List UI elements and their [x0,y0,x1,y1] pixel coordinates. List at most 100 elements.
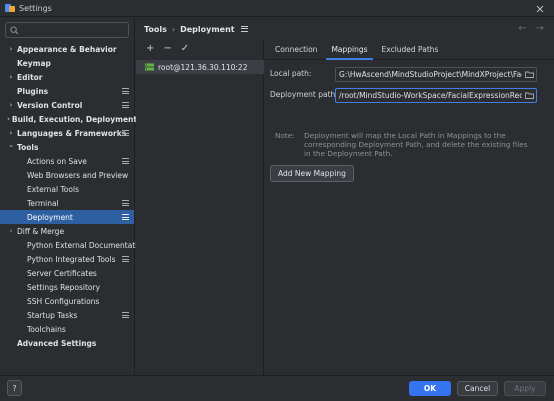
chevron-right-icon[interactable]: › [7,73,15,81]
sidebar-item-server-certificates[interactable]: Server Certificates [0,266,134,280]
ok-button[interactable]: OK [409,381,451,396]
local-path-field[interactable]: G:\HwAscend\MindStudioProject\MindXProje… [335,67,537,82]
project-settings-icon [122,102,129,109]
deployment-path-label: Deployment path: [270,90,338,99]
sidebar-item-languages-frameworks[interactable]: › Languages & Frameworks [0,126,134,140]
help-button[interactable]: ? [7,380,22,396]
sidebar-item-startup-tasks[interactable]: Startup Tasks [0,308,134,322]
sidebar-item-appearance-behavior[interactable]: › Appearance & Behavior [0,42,134,56]
sidebar-item-label: SSH Configurations [27,296,100,306]
chevron-down-icon[interactable]: ⌄ [7,141,15,149]
sidebar-item-actions-on-save[interactable]: Actions on Save [0,154,134,168]
sidebar-item-label: Languages & Frameworks [17,128,127,138]
sidebar-item-tools[interactable]: ⌄ Tools [0,140,134,154]
folder-icon [524,71,534,78]
chevron-right-icon[interactable]: › [7,45,15,53]
sidebar-item-terminal[interactable]: Terminal [0,196,134,210]
sidebar-item-ssh-configurations[interactable]: SSH Configurations [0,294,134,308]
add-server-icon[interactable]: + [146,43,154,54]
project-settings-icon [122,312,129,319]
sidebar-item-plugins[interactable]: Plugins [0,84,134,98]
local-path-label: Local path: [270,69,312,78]
page-menu-icon[interactable] [240,25,248,33]
content-panel: Tools › Deployment ← → + − ✓ root@121.36… [136,18,554,375]
cancel-button[interactable]: Cancel [457,381,498,396]
sidebar-item-deployment[interactable]: Deployment [0,210,134,224]
settings-search[interactable] [5,22,129,38]
project-settings-icon [122,158,129,165]
sidebar-item-label: Version Control [17,100,83,110]
app-icon [5,3,15,13]
sidebar-item-editor[interactable]: › Editor [0,70,134,84]
project-settings-icon [122,256,129,263]
mapping-note: Note: Deployment will map the Local Path… [275,131,534,159]
browse-local-button[interactable] [522,68,536,81]
sidebar-item-label: Terminal [27,198,59,208]
sidebar-item-label: Build, Execution, Deployment [11,114,137,124]
sidebar-item-keymap[interactable]: Keymap [0,56,134,70]
nav-arrows: ← → [518,23,544,34]
breadcrumb: Tools › Deployment [136,18,554,40]
sidebar-item-label: Editor [17,72,43,82]
sidebar-item-python-external-documentation[interactable]: Python External Documentation [0,238,147,252]
add-new-mapping-button[interactable]: Add New Mapping [270,165,354,182]
folder-icon [524,92,534,99]
deployment-path-value: /root/MindStudio-WorkSpace/FacialExpress… [339,91,522,100]
back-arrow-icon[interactable]: ← [518,23,526,34]
sidebar-item-label: Keymap [17,58,51,68]
settings-sidebar: › Appearance & Behavior Keymap › Editor Plugi… [0,18,147,375]
chevron-right-icon[interactable]: › [7,227,15,235]
project-settings-icon [122,214,129,221]
breadcrumb-current: Deployment [180,24,235,34]
window-title: Settings [19,3,52,13]
sidebar-item-toolchains[interactable]: Toolchains [0,322,134,336]
sidebar-item-external-tools[interactable]: External Tools [0,182,134,196]
sidebar-item-label: Settings Repository [27,282,101,292]
sidebar-item-settings-repository[interactable]: Settings Repository [0,280,134,294]
tab-connection[interactable]: Connection [268,39,324,59]
sidebar-item-label: Advanced Settings [17,338,97,348]
server-name: root@121.36.30.110:22 [158,62,248,72]
server-item[interactable]: root@121.36.30.110:22 [136,60,264,74]
sidebar-item-version-control[interactable]: › Version Control [0,98,134,112]
project-settings-icon [122,130,129,137]
chevron-right-icon[interactable]: › [7,115,10,123]
note-text: Deployment will map the Local Path in Ma… [304,131,528,159]
chevron-right-icon[interactable]: › [7,129,15,137]
breadcrumb-parent[interactable]: Tools [144,25,167,34]
sidebar-item-build-execution-deployment[interactable]: › Build, Execution, Deployment [0,112,137,126]
tab-strip: Connection Mappings Excluded Paths [265,40,554,60]
sidebar-item-label: External Tools [27,184,79,194]
browse-deployment-button[interactable] [522,89,536,102]
server-toolbar: + − ✓ [136,40,263,57]
deployment-path-field[interactable]: /root/MindStudio-WorkSpace/FacialExpress… [335,88,537,103]
server-panel: + − ✓ root@121.36.30.110:22 [136,40,264,375]
apply-button[interactable]: Apply [504,381,546,396]
chevron-right-icon[interactable]: › [7,101,15,109]
default-server-check-icon[interactable]: ✓ [181,43,189,54]
sidebar-item-python-integrated-tools[interactable]: Python Integrated Tools [0,252,134,266]
sidebar-item-label: Deployment [27,212,73,222]
search-icon [10,25,19,34]
sidebar-item-label: Python Integrated Tools [27,254,116,264]
sidebar-item-diff-merge[interactable]: › Diff & Merge [0,224,134,238]
sidebar-item-label: Tools [17,142,39,152]
tab-excluded-paths[interactable]: Excluded Paths [375,39,446,59]
close-window-button[interactable] [526,0,554,17]
title-bar: Settings [0,0,554,17]
forward-arrow-icon[interactable]: → [536,23,544,34]
tab-mappings[interactable]: Mappings [324,39,374,60]
sidebar-item-label: Diff & Merge [17,226,65,236]
sidebar-item-label: Appearance & Behavior [17,44,117,54]
dialog-footer: ? OK Cancel Apply [0,375,554,401]
mapping-panel: Connection Mappings Excluded Paths Local… [265,40,554,375]
search-input[interactable] [22,25,122,35]
local-path-value: G:\HwAscend\MindStudioProject\MindXProje… [339,70,522,79]
breadcrumb-separator: › [171,24,176,34]
sftp-server-icon [145,63,154,70]
sidebar-item-web-browsers-and-preview[interactable]: Web Browsers and Preview [0,168,134,182]
sidebar-item-advanced-settings[interactable]: Advanced Settings [0,336,134,350]
project-settings-icon [122,88,129,95]
remove-server-icon[interactable]: − [163,43,171,54]
sidebar-item-label: Plugins [17,86,49,96]
